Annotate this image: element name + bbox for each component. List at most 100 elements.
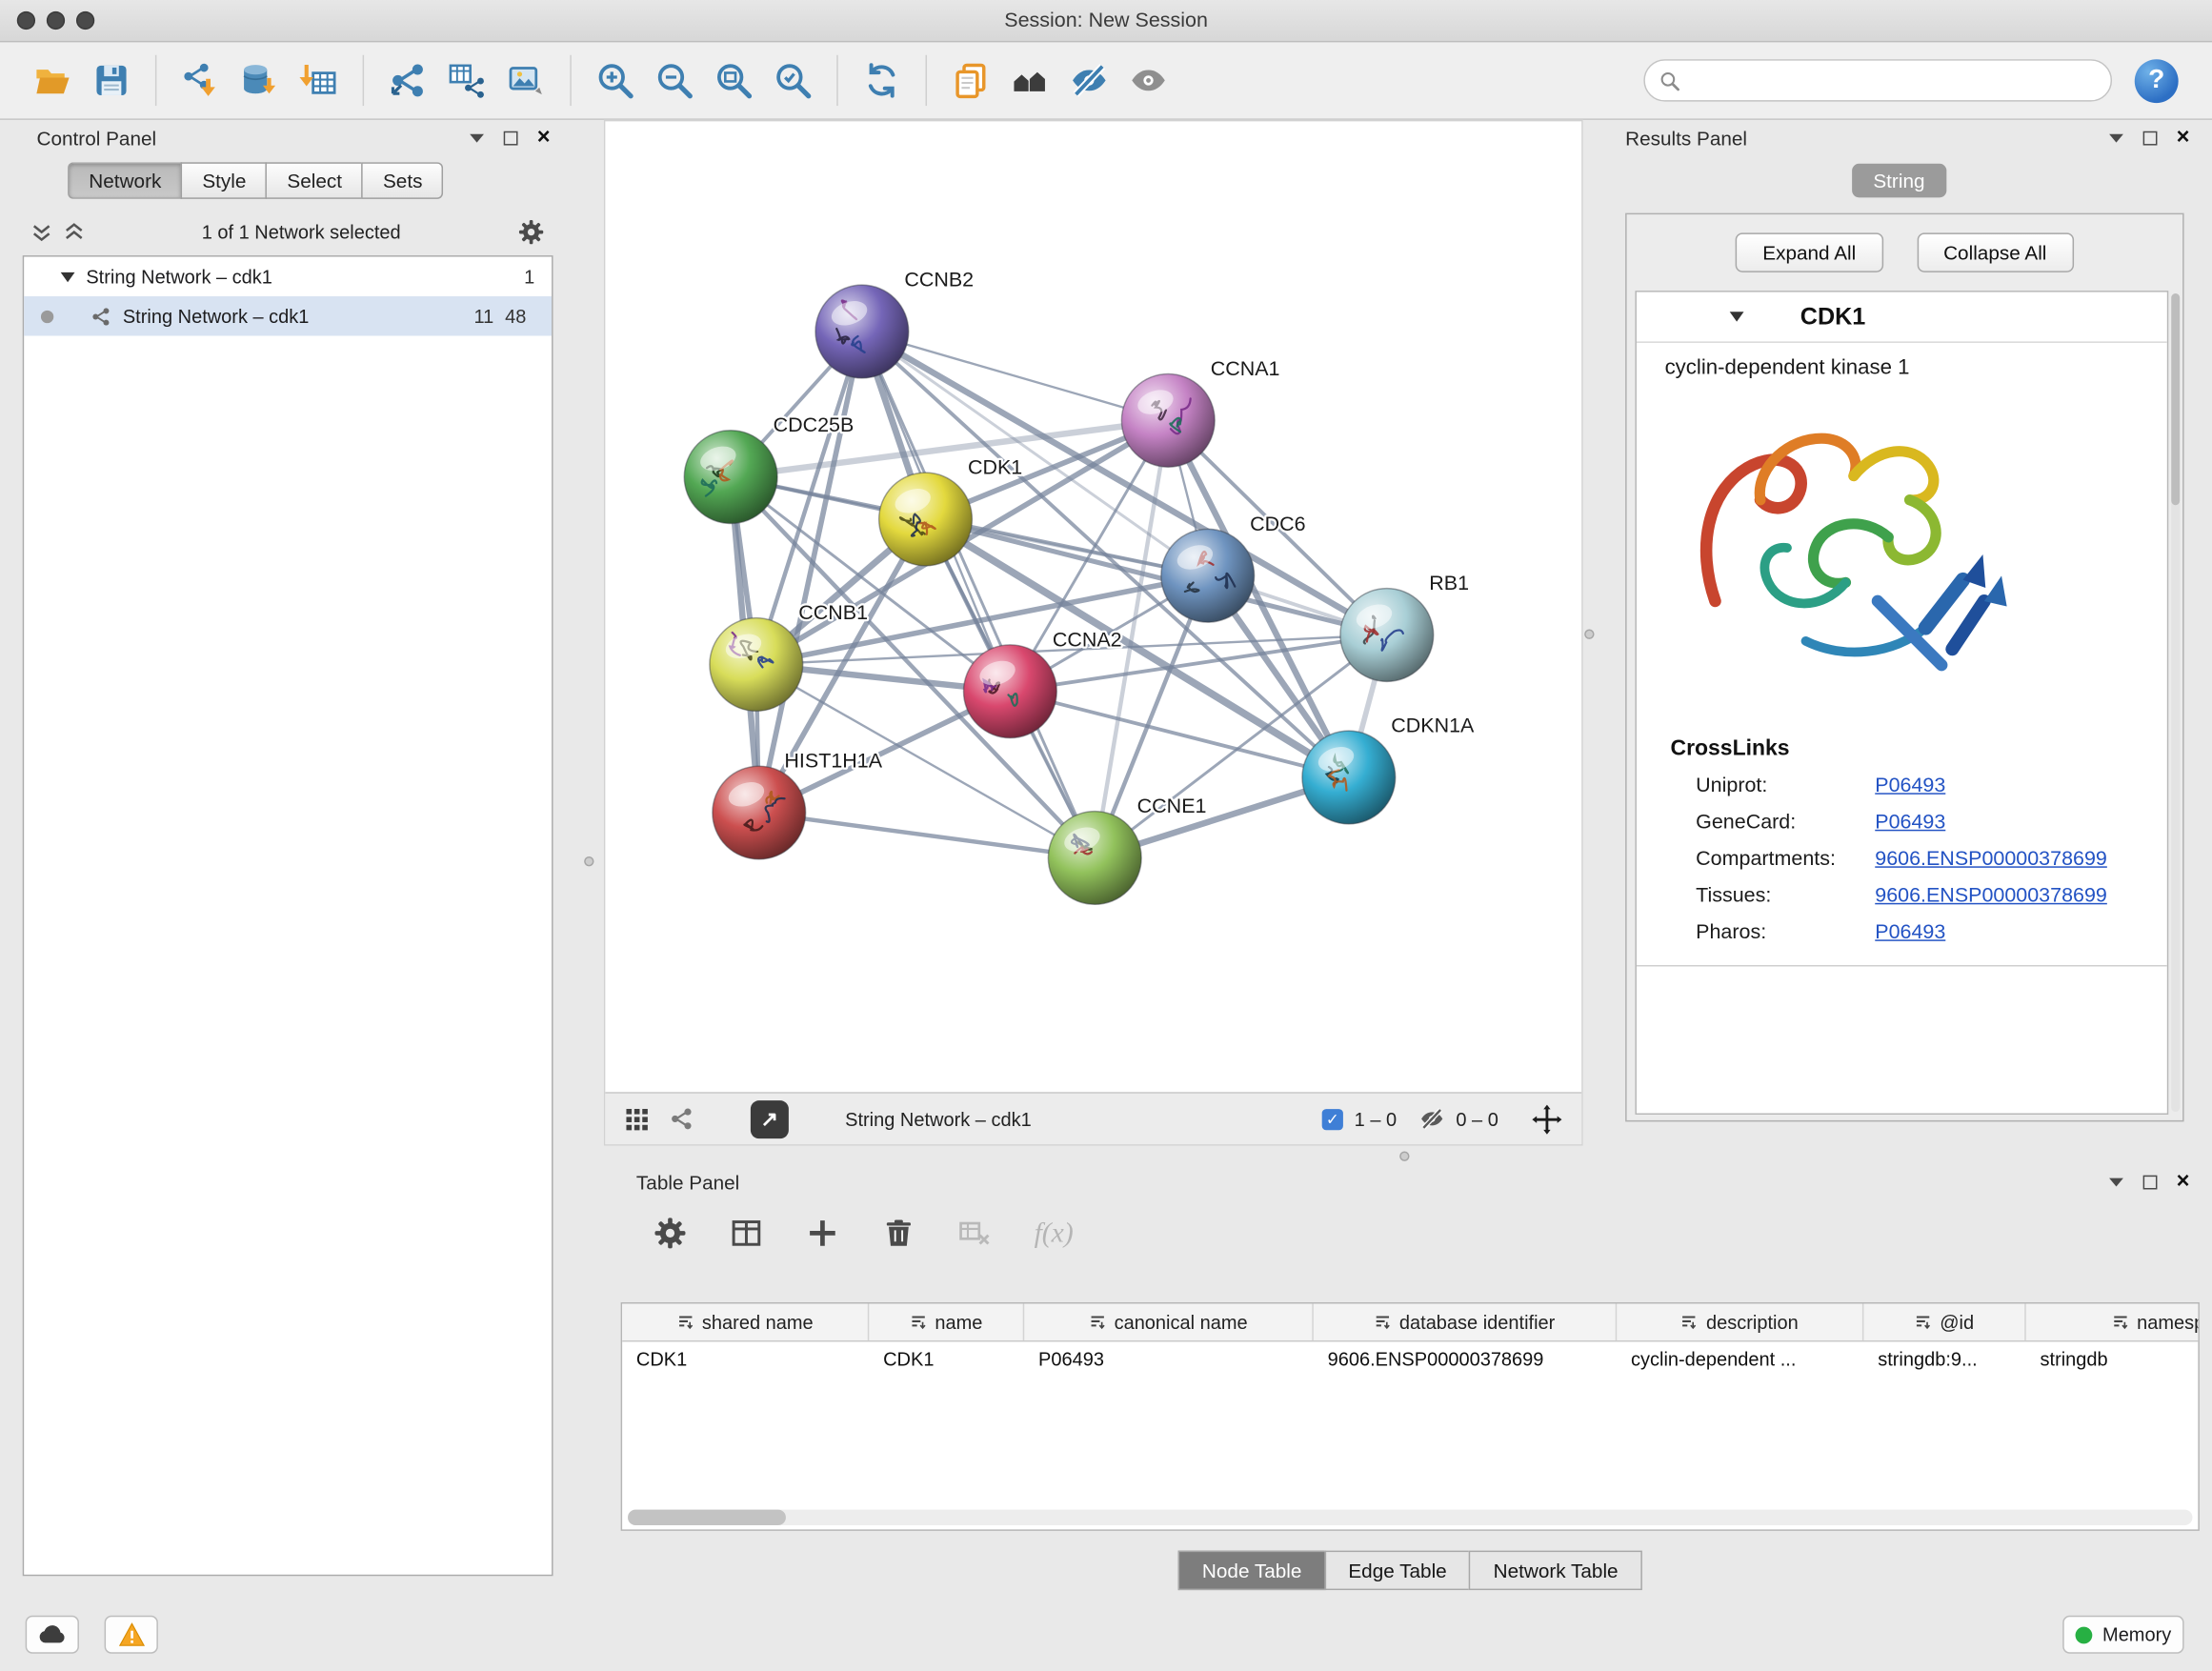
export-image-button[interactable] xyxy=(496,50,555,111)
column-header[interactable]: shared name xyxy=(622,1303,869,1340)
zoom-out-button[interactable] xyxy=(645,50,704,111)
undock-panel-icon[interactable] xyxy=(2142,131,2157,146)
collapse-section-icon[interactable] xyxy=(1730,312,1744,321)
tab-string[interactable]: String xyxy=(1852,164,1946,198)
warnings-button[interactable] xyxy=(105,1616,158,1654)
zoom-selected-button[interactable] xyxy=(763,50,822,111)
tab-node-table[interactable]: Node Table xyxy=(1178,1551,1324,1590)
undock-panel-icon[interactable] xyxy=(503,131,517,146)
move-crosshair-icon[interactable] xyxy=(1532,1104,1561,1134)
undock-panel-icon[interactable] xyxy=(2142,1176,2157,1190)
cell-shared-name[interactable]: CDK1 xyxy=(622,1341,869,1379)
new-network-button[interactable] xyxy=(378,50,437,111)
column-header[interactable]: @id xyxy=(1863,1303,2025,1340)
splitter-handle[interactable] xyxy=(1399,1151,1409,1160)
function-builder-fx: f(x) xyxy=(1035,1217,1074,1249)
network-canvas[interactable]: CCNB2CCNA1CDC25BCDK1CDC6RB1CCNB1CCNA2CDK… xyxy=(605,121,1584,1095)
import-table-button[interactable] xyxy=(290,50,349,111)
network-node[interactable]: CCNA1 xyxy=(1121,357,1279,467)
results-scrollbar[interactable] xyxy=(2171,293,2180,1112)
network-edge[interactable] xyxy=(862,332,1095,857)
column-header[interactable]: name xyxy=(869,1303,1024,1340)
tab-select[interactable]: Select xyxy=(266,162,362,199)
tab-style[interactable]: Style xyxy=(181,162,266,199)
search-input[interactable] xyxy=(1689,70,2097,91)
crosslink-link[interactable]: P06493 xyxy=(1875,775,1945,797)
collapse-all-button[interactable]: Collapse All xyxy=(1917,232,2074,272)
search-icon xyxy=(1659,70,1680,91)
network-share-icon[interactable] xyxy=(669,1106,694,1132)
cell-namespace[interactable]: stringdb xyxy=(2026,1341,2200,1379)
column-header[interactable]: database identifier xyxy=(1314,1303,1617,1340)
expand-all-button[interactable]: Expand All xyxy=(1736,232,1882,272)
horizontal-scrollbar[interactable] xyxy=(628,1510,2192,1525)
refresh-button[interactable] xyxy=(853,50,912,111)
network-from-table-button[interactable] xyxy=(437,50,496,111)
help-button[interactable]: ? xyxy=(2135,58,2179,102)
minimize-window-button[interactable] xyxy=(47,11,65,30)
search-box[interactable] xyxy=(1643,59,2112,101)
save-session-button[interactable] xyxy=(82,50,141,111)
cell-id[interactable]: stringdb:9... xyxy=(1863,1341,2025,1379)
table-settings-gear-icon[interactable] xyxy=(654,1217,688,1251)
expand-all-icon[interactable] xyxy=(64,221,85,242)
tab-network[interactable]: Network xyxy=(68,162,181,199)
copy-button[interactable] xyxy=(941,50,1000,111)
float-panel-icon[interactable] xyxy=(470,134,484,143)
open-file-button[interactable] xyxy=(23,50,82,111)
close-panel-icon[interactable]: × xyxy=(537,127,551,150)
splitter-handle[interactable] xyxy=(584,856,593,866)
close-panel-icon[interactable]: × xyxy=(2177,127,2190,150)
network-node[interactable]: CDC6 xyxy=(1161,513,1306,622)
scrollbar-thumb[interactable] xyxy=(628,1510,786,1525)
delete-column-icon[interactable] xyxy=(882,1217,916,1251)
crosslink-link[interactable]: 9606.ENSP00000378699 xyxy=(1875,885,2107,908)
crosslink-link[interactable]: P06493 xyxy=(1875,812,1945,835)
collapse-all-icon[interactable] xyxy=(31,221,52,242)
splitter-handle[interactable] xyxy=(1584,630,1594,639)
import-network-database-button[interactable] xyxy=(230,50,289,111)
network-node[interactable]: RB1 xyxy=(1340,572,1469,681)
column-header[interactable]: description xyxy=(1617,1303,1863,1340)
tab-sets[interactable]: Sets xyxy=(362,162,444,199)
zoom-window-button[interactable] xyxy=(76,11,94,30)
show-columns-icon[interactable] xyxy=(730,1217,764,1251)
float-panel-icon[interactable] xyxy=(2109,1178,2123,1187)
network-row[interactable]: String Network – cdk1 11 48 xyxy=(24,296,552,335)
gear-icon[interactable] xyxy=(518,218,545,245)
cloud-button[interactable] xyxy=(26,1616,79,1654)
cell-description[interactable]: cyclin-dependent ... xyxy=(1617,1341,1863,1379)
grid-icon[interactable] xyxy=(625,1107,649,1131)
network-node[interactable]: CCNB1 xyxy=(710,601,868,711)
network-node[interactable]: CDK1 xyxy=(879,456,1023,566)
hide-details-button[interactable] xyxy=(1059,50,1118,111)
crosslink-link[interactable]: 9606.ENSP00000378699 xyxy=(1875,848,2107,871)
column-header[interactable]: namespace xyxy=(2026,1303,2200,1340)
collection-row[interactable]: String Network – cdk1 1 xyxy=(24,257,552,296)
network-edge[interactable] xyxy=(759,332,862,813)
tab-network-table[interactable]: Network Table xyxy=(1469,1551,1641,1590)
show-details-button[interactable] xyxy=(1118,50,1177,111)
zoom-in-button[interactable] xyxy=(586,50,645,111)
network-node[interactable]: HIST1H1A xyxy=(713,750,883,859)
cell-name[interactable]: CDK1 xyxy=(869,1341,1024,1379)
table-row[interactable]: CDK1 CDK1 P06493 9606.ENSP00000378699 cy… xyxy=(622,1341,2198,1379)
zoom-fit-button[interactable] xyxy=(704,50,763,111)
import-network-file-button[interactable] xyxy=(171,50,230,111)
close-panel-icon[interactable]: × xyxy=(2177,1171,2190,1194)
selected-checkbox-icon[interactable]: ✓ xyxy=(1322,1108,1343,1129)
cell-canonical-name[interactable]: P06493 xyxy=(1024,1341,1314,1379)
network-node[interactable]: CCNB2 xyxy=(815,269,974,378)
crosslink-link[interactable]: P06493 xyxy=(1875,921,1945,944)
cell-database-identifier[interactable]: 9606.ENSP00000378699 xyxy=(1314,1341,1617,1379)
float-panel-icon[interactable] xyxy=(2109,134,2123,143)
houses-button[interactable] xyxy=(1000,50,1059,111)
tab-edge-table[interactable]: Edge Table xyxy=(1324,1551,1469,1590)
memory-button[interactable]: Memory xyxy=(2063,1616,2184,1654)
disclosure-triangle-icon[interactable] xyxy=(61,272,75,281)
add-column-icon[interactable] xyxy=(806,1217,840,1251)
column-header[interactable]: canonical name xyxy=(1024,1303,1314,1340)
network-edge[interactable] xyxy=(759,813,1095,857)
close-window-button[interactable] xyxy=(17,11,35,30)
open-in-new-window-button[interactable]: ↗ xyxy=(751,1099,789,1137)
